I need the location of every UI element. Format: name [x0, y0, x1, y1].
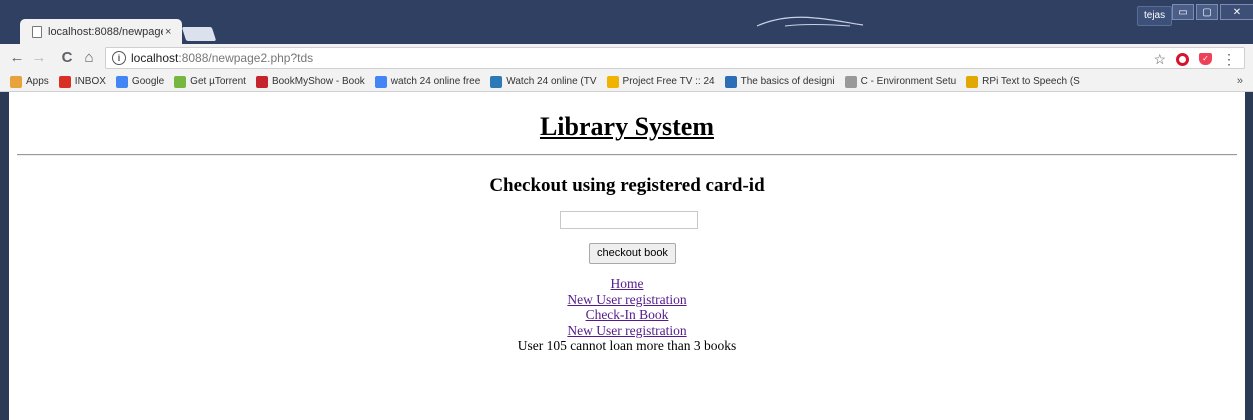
- tv-icon: [490, 75, 503, 88]
- bookmark-item[interactable]: The basics of designi: [724, 75, 835, 88]
- address-bar[interactable]: i localhost:8088/newpage2.php?tds ☆ ✓ ⋮: [105, 47, 1245, 69]
- reload-icon[interactable]: C: [58, 48, 76, 68]
- info-icon[interactable]: i: [112, 51, 126, 65]
- maximize-button[interactable]: ▢: [1196, 4, 1218, 20]
- check-in-book-link[interactable]: Check-In Book: [9, 307, 1245, 323]
- url-text: localhost:8088/newpage2.php?tds: [131, 51, 314, 65]
- bookmark-item[interactable]: RPi Text to Speech (S: [966, 75, 1080, 88]
- gmail-icon: [58, 75, 71, 88]
- home-link[interactable]: Home: [9, 276, 1245, 292]
- bookmarks-bar: Apps INBOX Google Get µTorrent BookMyShow - …: [0, 72, 1253, 92]
- tab-strip: localhost:8088/newpage2 × tejas ▭ ▢ ✕: [0, 0, 1253, 44]
- new-user-registration-link-2[interactable]: New User registration: [9, 323, 1245, 339]
- minimize-button[interactable]: ▭: [1172, 4, 1194, 20]
- page-content: Library System Checkout using registered…: [9, 92, 1245, 420]
- bookmark-item[interactable]: Get µTorrent: [174, 75, 246, 88]
- projectfreetv-icon: [606, 75, 619, 88]
- bookmark-item[interactable]: INBOX: [58, 75, 106, 88]
- page-icon: [32, 25, 42, 38]
- bookmarks-more-icon[interactable]: »: [1237, 75, 1243, 87]
- new-user-registration-link[interactable]: New User registration: [9, 292, 1245, 308]
- bookmark-star-icon[interactable]: ☆: [1153, 51, 1166, 68]
- car-logo-icon: [756, 16, 864, 27]
- menu-icon[interactable]: ⋮: [1222, 51, 1236, 68]
- card-id-input[interactable]: [560, 211, 698, 229]
- status-message: User 105 cannot loan more than 3 books: [517, 338, 737, 353]
- linux-icon: [966, 75, 979, 88]
- back-icon[interactable]: ←: [8, 48, 26, 68]
- home-icon[interactable]: ⌂: [80, 48, 98, 68]
- nav-links: Home New User registration Check-In Book…: [9, 276, 1245, 354]
- pocket-extension-icon[interactable]: ✓: [1199, 53, 1212, 65]
- bookmark-item[interactable]: BookMyShow - Book: [255, 75, 365, 88]
- utorrent-icon: [174, 75, 187, 88]
- bookmark-item[interactable]: Watch 24 online (TV: [490, 75, 597, 88]
- bookmark-label: INBOX: [74, 76, 106, 87]
- address-bar-actions: ☆ ✓ ⋮: [1153, 48, 1244, 70]
- divider: [17, 154, 1237, 156]
- bookmark-item[interactable]: Google: [115, 75, 165, 88]
- browser-tab[interactable]: localhost:8088/newpage2 ×: [20, 19, 182, 44]
- bookmark-label: The basics of designi: [740, 76, 835, 87]
- doc-icon: [724, 75, 737, 88]
- opera-extension-icon[interactable]: [1176, 52, 1189, 66]
- bookmark-label: C - Environment Setu: [860, 76, 957, 87]
- apps-icon: [10, 75, 22, 88]
- bookmark-item[interactable]: Project Free TV :: 24: [606, 75, 715, 88]
- bookmyshow-icon: [255, 75, 268, 88]
- bookmark-label: Get µTorrent: [190, 76, 246, 87]
- new-tab-button[interactable]: [181, 27, 217, 41]
- bookmark-item[interactable]: watch 24 online free: [374, 75, 481, 88]
- bookmark-label: BookMyShow - Book: [271, 76, 365, 87]
- bookmark-label: Apps: [26, 76, 49, 87]
- checkout-book-button[interactable]: checkout book: [589, 243, 676, 264]
- profile-button[interactable]: tejas: [1137, 6, 1173, 26]
- forward-icon[interactable]: →: [30, 48, 48, 68]
- bookmark-label: Google: [131, 76, 165, 87]
- page-icon: [844, 75, 857, 88]
- section-heading: Checkout using registered card-id: [489, 175, 765, 196]
- close-window-button[interactable]: ✕: [1220, 4, 1253, 20]
- tab-close-icon[interactable]: ×: [165, 26, 171, 38]
- bookmark-label: watch 24 online free: [390, 76, 481, 87]
- browser-toolbar: ← → C ⌂ i localhost:8088/newpage2.php?td…: [0, 44, 1253, 72]
- google-icon: [374, 75, 387, 88]
- google-icon: [115, 75, 128, 88]
- window-controls: ▭ ▢ ✕: [1172, 4, 1253, 20]
- bookmark-item[interactable]: C - Environment Setu: [844, 75, 957, 88]
- bookmark-label: Project Free TV :: 24: [622, 76, 715, 87]
- page-title: Library System: [539, 112, 715, 141]
- bookmark-label: RPi Text to Speech (S: [982, 76, 1080, 87]
- browser-chrome: localhost:8088/newpage2 × tejas ▭ ▢ ✕ ← …: [0, 0, 1253, 92]
- bookmark-label: Watch 24 online (TV: [506, 76, 597, 87]
- tab-title: localhost:8088/newpage2: [48, 25, 163, 38]
- bookmark-item[interactable]: Apps: [10, 75, 49, 88]
